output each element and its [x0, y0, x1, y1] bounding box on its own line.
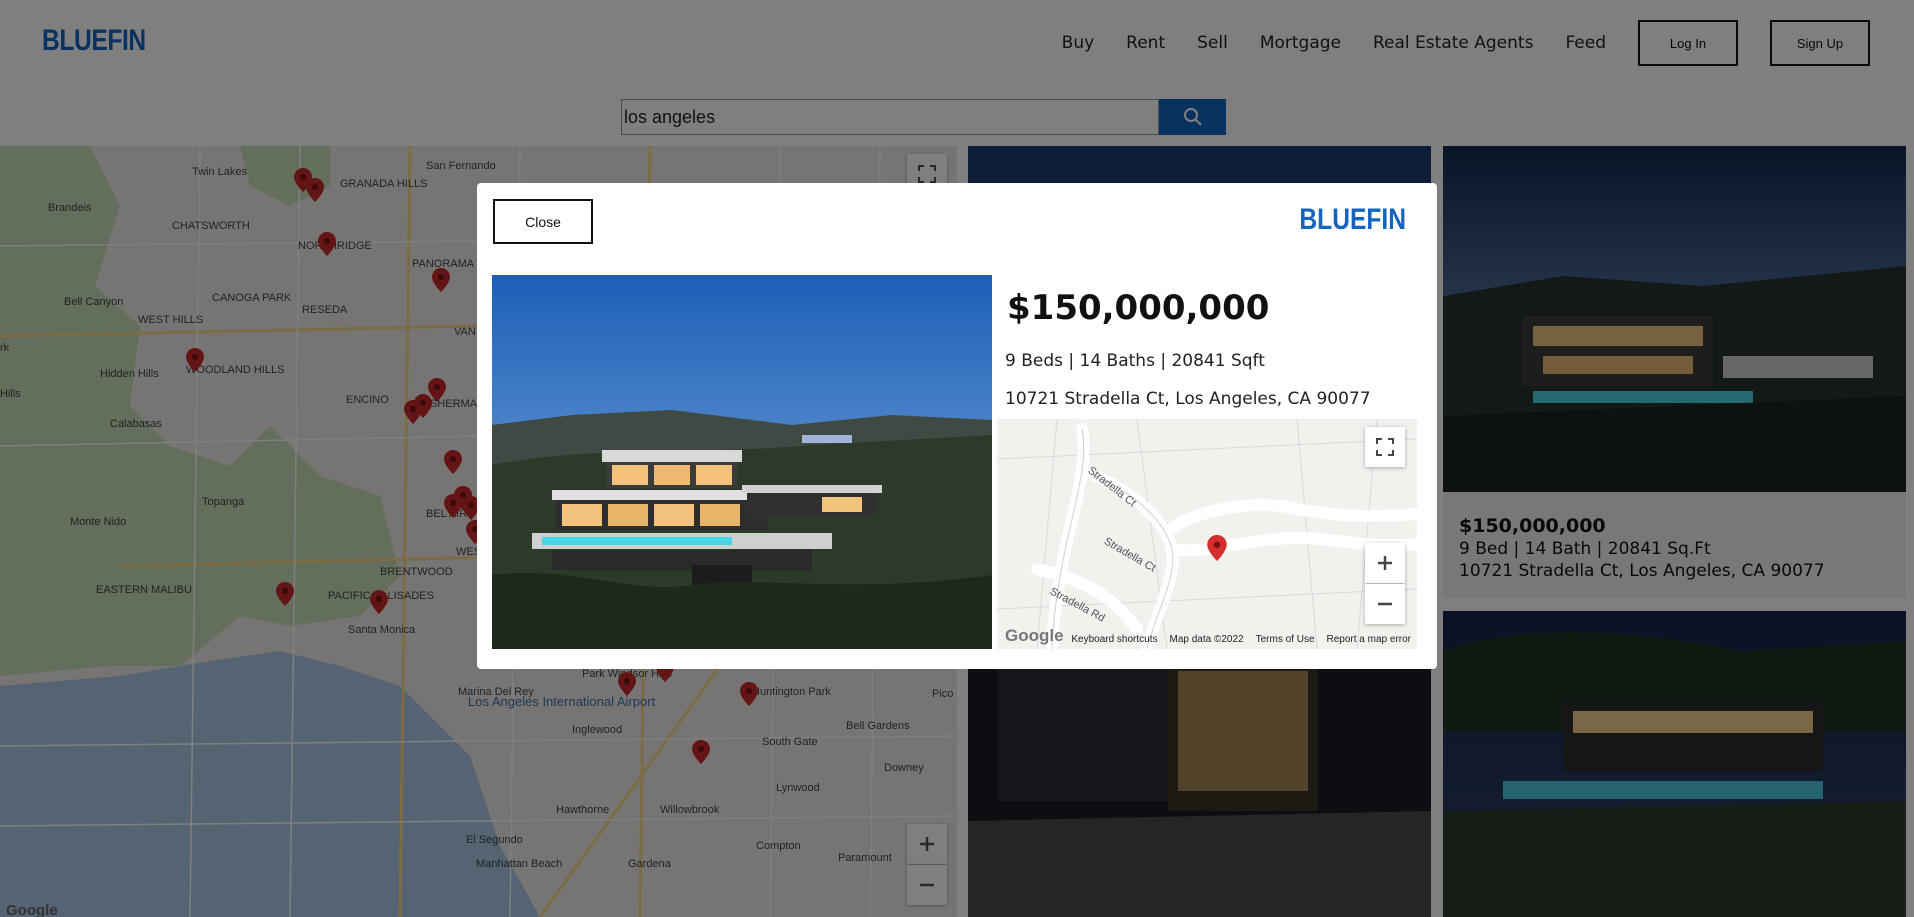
- property-photo: [492, 275, 992, 649]
- property-marker[interactable]: [1207, 535, 1227, 561]
- property-location-map[interactable]: Stradella Ct Stradella Ct Stradella Rd G…: [997, 419, 1417, 649]
- modal-address: 10721 Stradella Ct, Los Angeles, CA 9007…: [1005, 389, 1371, 409]
- modal-specs: 9 Beds | 14 Baths | 20841 Sqft: [1005, 351, 1265, 371]
- minimap-fullscreen-button[interactable]: [1365, 427, 1405, 467]
- modal-price: $150,000,000: [1007, 288, 1270, 328]
- keyboard-shortcuts-link[interactable]: Keyboard shortcuts: [1071, 634, 1157, 645]
- report-map-error-link[interactable]: Report a map error: [1327, 634, 1411, 645]
- listing-detail-modal: Close BLUEFIN $150,000,000 9 Beds | 14 B…: [477, 183, 1437, 669]
- property-photo-image: [492, 275, 992, 649]
- minimap-zoom-out-button[interactable]: [1365, 584, 1405, 624]
- google-logo: Google: [1005, 626, 1064, 645]
- map-data-label: Map data ©2022: [1169, 634, 1244, 645]
- minus-icon: [1378, 602, 1392, 606]
- modal-logo: BLUEFIN: [1299, 203, 1406, 236]
- fullscreen-icon: [1376, 438, 1394, 456]
- minimap-zoom-in-button[interactable]: [1365, 543, 1405, 583]
- close-button[interactable]: Close: [493, 199, 593, 244]
- terms-of-use-link[interactable]: Terms of Use: [1256, 634, 1315, 645]
- minimap-streets: [997, 419, 1417, 649]
- plus-icon: [1378, 556, 1392, 570]
- map-footer-links: Keyboard shortcuts Map data ©2022 Terms …: [1071, 634, 1411, 645]
